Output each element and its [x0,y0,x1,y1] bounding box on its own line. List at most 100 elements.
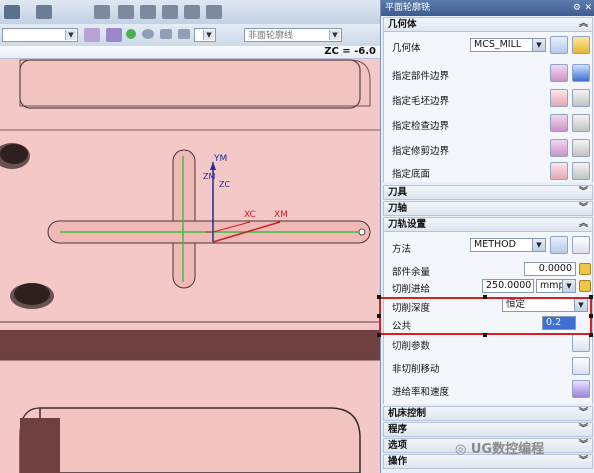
chevron-down-icon: ︾ [578,408,588,418]
main-toolbar [0,0,380,25]
annotation-handle [377,314,381,318]
method-select[interactable]: METHOD ▼ [470,238,546,252]
annotation-handle [377,333,381,337]
filter-combo[interactable]: 非面轮廓线 ▼ [244,28,342,42]
section-options-title: 选项 [388,440,408,451]
annotation-handle [589,333,593,337]
coordinate-bar: ZC = -6.0 [0,46,380,59]
snap-icon[interactable] [126,29,136,39]
part-stock-input[interactable]: 0.0000 [524,262,576,276]
annotation-handle [589,314,593,318]
dialog-title-text: 平面轮廓铣 [385,3,431,13]
chevron-down-icon: ︾ [578,424,588,434]
section-axis-header[interactable]: 刀轴 ︾ [383,201,593,216]
chevron-down-icon: ︾ [578,456,588,466]
axis-label-zc: ZC [219,180,231,189]
method-label: 方法 [392,244,412,255]
feed-unit-select[interactable]: mmpr ▼ [536,279,576,293]
layer-icon[interactable] [36,5,52,19]
feeds-speeds-button[interactable] [572,380,590,398]
chevron-down-icon: ▼ [532,239,545,251]
axis-label-xc: XC [244,210,256,220]
new-method-button[interactable] [550,236,568,254]
feed-value: 250.0000 [486,280,532,291]
part-boundary-label: 指定部件边界 [392,71,450,82]
chevron-down-icon: ︾ [578,440,588,450]
select-trim-boundary-button[interactable] [550,139,568,157]
section-path-header[interactable]: 刀轨设置 ︽ [383,217,593,232]
section-program-header[interactable]: 程序 ︾ [383,422,593,437]
toolpath-delete-icon[interactable] [162,5,178,19]
section-actions-title: 操作 [388,456,408,467]
non-cut-button[interactable] [572,357,590,375]
toolpath-icon[interactable] [94,5,110,19]
section-program-title: 程序 [388,424,408,435]
dialog-title: 平面轮廓铣 ⚙ ✕ [381,0,594,16]
feed-input[interactable]: 250.0000 [482,279,534,293]
wireframe-icon[interactable] [160,29,172,39]
wechat-icon: ◎ [455,442,471,457]
edit-geometry-button[interactable] [572,36,590,54]
display-check-boundary-button[interactable] [572,114,590,132]
annotation-handle [483,333,487,337]
new-geometry-button[interactable] [550,36,568,54]
section-axis-title: 刀轴 [388,203,408,214]
method-select-value: METHOD [474,239,516,250]
non-cut-label: 非切削移动 [392,364,440,375]
select-icon[interactable] [4,5,20,19]
check-boundary-label: 指定检查边界 [392,121,450,132]
select-part-boundary-button[interactable] [550,64,568,82]
cut-params-button[interactable] [572,334,590,352]
zc-readout: ZC = -6.0 [324,46,376,57]
chevron-down-icon: ▼ [562,280,575,292]
section-tool-header[interactable]: 刀具 ︾ [383,185,593,200]
chevron-down-icon: ▼ [329,30,340,40]
toolpath-verify-icon[interactable] [118,5,134,19]
display-trim-boundary-button[interactable] [572,139,590,157]
shade-icon[interactable] [142,29,154,39]
display-floor-button[interactable] [572,162,590,180]
blank-boundary-label: 指定毛坯边界 [392,96,450,107]
display-part-boundary-button[interactable] [572,64,590,82]
axis-label-ym: YM [214,154,228,164]
trim-boundary-label: 指定修剪边界 [392,146,450,157]
section-machine-control-header[interactable]: 机床控制 ︾ [383,406,593,421]
layer-combo[interactable]: ▼ [194,28,216,42]
close-icon[interactable]: ✕ [584,0,592,16]
graphics-viewport[interactable]: YM ZM ZC XC XM [0,46,380,473]
settings-icon[interactable]: ⚙ [573,0,581,16]
select-blank-boundary-button[interactable] [550,89,568,107]
highlight-annotation [379,297,592,335]
section-geometry-header[interactable]: 几何体 ︽ [383,17,593,32]
part-stock-value: 0.0000 [538,263,572,274]
postprocess-icon[interactable] [206,5,222,19]
select-floor-button[interactable] [550,162,568,180]
display-blank-boundary-button[interactable] [572,89,590,107]
view-combo[interactable]: ▼ [2,28,78,42]
chevron-down-icon: ▼ [65,30,76,40]
operation-dialog: 平面轮廓铣 ⚙ ✕ 几何体 ︽ 几何体 MCS_MILL ▼ 指定部件边界 指定… [380,0,594,473]
section-geometry-title: 几何体 [388,19,417,30]
section-machine-control-title: 机床控制 [388,408,427,419]
feed-label: 切削进给 [392,284,431,295]
watermark-text: UG数控编程 [470,442,545,457]
toolpath-list-icon[interactable] [184,5,200,19]
select-check-boundary-button[interactable] [550,114,568,132]
edit-method-button[interactable] [572,236,590,254]
secondary-toolbar: ▼ ▼ 非面轮廓线 ▼ [0,24,380,47]
annotation-handle [483,295,487,299]
orient-icon[interactable] [106,28,122,42]
part-stock-label: 部件余量 [392,267,431,278]
geometry-label: 几何体 [392,43,421,54]
lock-icon[interactable] [579,263,591,275]
grid-icon[interactable] [84,28,100,42]
geometry-select[interactable]: MCS_MILL ▼ [470,38,546,52]
chevron-up-icon: ︽ [578,219,588,229]
section-tool-title: 刀具 [388,187,408,198]
lock-icon[interactable] [579,280,591,292]
part-model [0,59,380,473]
geometry-select-value: MCS_MILL [474,39,522,50]
render-icon[interactable] [178,29,190,39]
toolpath-replay-icon[interactable] [140,5,156,19]
chevron-down-icon: ︾ [578,187,588,197]
